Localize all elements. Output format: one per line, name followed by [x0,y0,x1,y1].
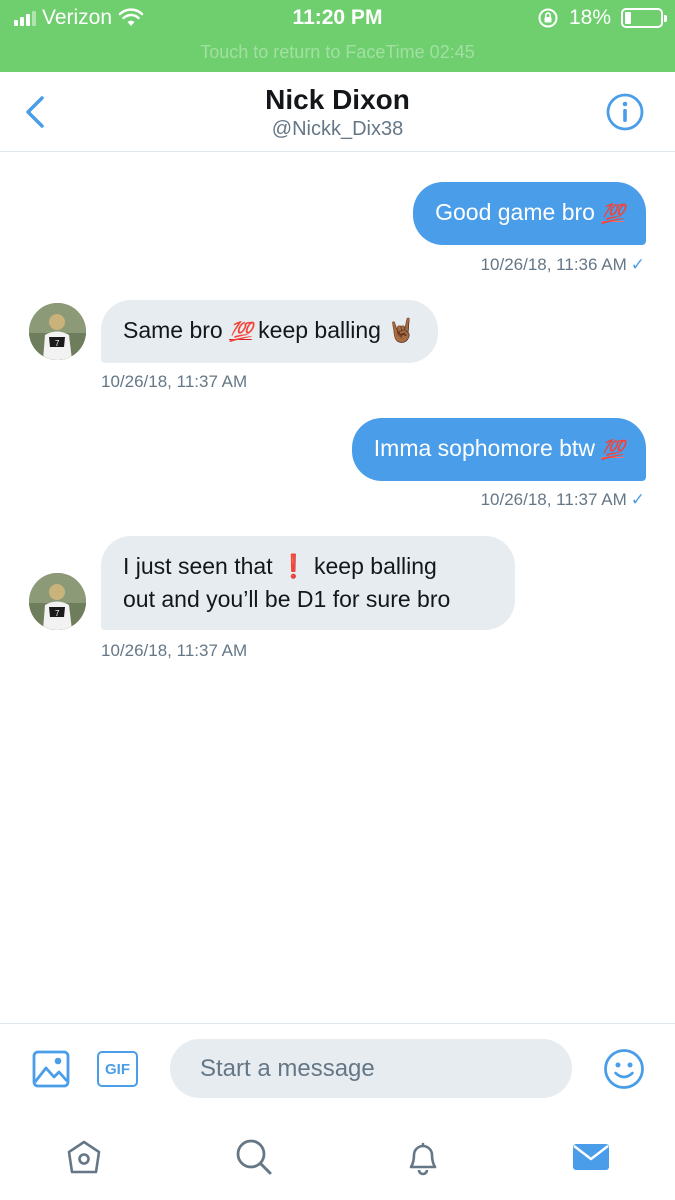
message-timestamp: 10/26/18, 11:36 AM ✓ [481,255,645,275]
search-icon [236,1139,272,1175]
message-timestamp: 10/26/18, 11:37 AM [101,641,248,660]
info-icon [606,93,644,131]
tab-bar [0,1113,675,1200]
status-right: 18% [537,6,667,30]
message-line: out and you’ll be D1 for sure bro [123,586,451,612]
tab-messages[interactable] [569,1135,613,1179]
message-text: keep balling [314,553,437,579]
message-bubble-incoming[interactable]: I just seen that ❗ keep balling out and … [101,536,515,630]
messages-icon [573,1144,609,1170]
message-timestamp: 10/26/18, 11:37 AM ✓ [481,490,645,510]
message-line: I just seen that ❗ keep balling [123,550,493,583]
hundred-points-emoji: 💯 [229,322,253,343]
gif-button[interactable]: GIF [97,1051,138,1087]
timestamp-text: 10/26/18, 11:36 AM [480,255,627,274]
add-image-button[interactable] [32,1050,70,1088]
svg-text:7: 7 [55,339,60,348]
user-handle: @Nickk_Dix38 [271,118,404,140]
orientation-lock-icon [538,8,558,28]
timestamp-text: 10/26/18, 11:37 AM [480,490,627,509]
message-bubble-outgoing[interactable]: Good game bro 💯 [413,182,646,245]
info-button[interactable] [605,92,645,132]
tab-home[interactable] [62,1135,106,1179]
svg-text:7: 7 [55,609,60,618]
conversation-header: Nick Dixon @Nickk_Dix38 [0,72,675,152]
exclamation-emoji: ❗ [278,553,308,579]
avatar[interactable]: 7 [29,573,86,630]
page-title: Nick Dixon [265,84,410,115]
rock-on-emoji: 🤘🏾 [387,317,416,343]
message-text: I just seen that [123,553,273,579]
status-bar: Verizon 11:20 PM 18% Touch to return to … [0,0,675,72]
message-text: Same bro [123,317,223,343]
tab-notifications[interactable] [401,1135,445,1179]
message-composer: GIF [0,1023,675,1113]
home-icon [67,1140,101,1174]
message-timestamp: 10/26/18, 11:37 AM [101,372,248,391]
message-text: keep balling [258,317,381,343]
emoji-button[interactable] [603,1048,645,1090]
message-bubble-incoming[interactable]: Same bro 💯 keep balling 🤘🏾 [101,300,438,363]
battery-percent: 18% [568,6,611,29]
facetime-banner[interactable]: Touch to return to FaceTime 02:45 [0,42,675,63]
hundred-points-emoji: 💯 [601,204,625,225]
notifications-icon [409,1142,437,1176]
tab-search[interactable] [232,1135,276,1179]
battery-icon [621,8,667,28]
message-text: Good game bro [435,199,595,225]
message-input[interactable] [170,1039,572,1098]
smiley-icon [604,1049,644,1089]
read-check-icon: ✓ [630,490,645,509]
image-icon [32,1050,70,1088]
avatar[interactable]: 7 [29,303,86,360]
hundred-points-emoji: 💯 [601,440,625,461]
message-bubble-outgoing[interactable]: Imma sophomore btw 💯 [351,418,646,481]
read-check-icon: ✓ [630,255,645,274]
message-text: Imma sophomore btw [373,435,595,461]
